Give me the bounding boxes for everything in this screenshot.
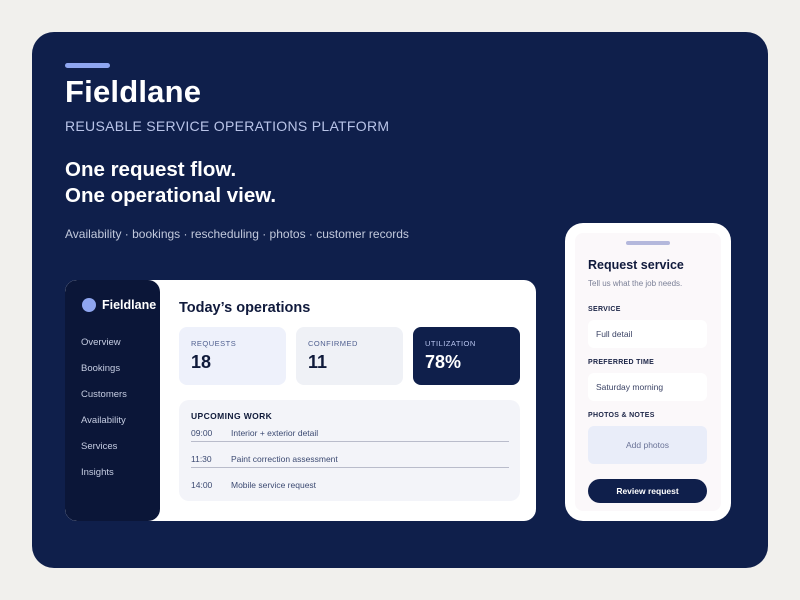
brand-title: Fieldlane [65, 74, 202, 109]
upcoming-work-panel: UPCOMING WORK 09:00 Interior + exterior … [179, 400, 520, 501]
stat-value: 18 [191, 352, 212, 372]
review-request-button[interactable]: Review request [588, 479, 707, 503]
sidebar-item-bookings[interactable]: Bookings [81, 362, 127, 388]
preferred-time-label: PREFERRED TIME [588, 359, 655, 366]
feature-list: Availability · bookings · rescheduling ·… [65, 227, 409, 241]
sidebar-item-overview[interactable]: Overview [81, 336, 127, 362]
stat-label: UTILIZATION [425, 339, 476, 348]
work-row[interactable]: 14:00 Mobile service request [191, 480, 509, 495]
headline-line-1: One request flow. [65, 158, 237, 181]
headline-line-2: One operational view. [65, 184, 277, 207]
sidebar-item-availability[interactable]: Availability [81, 414, 127, 440]
add-photos-dropzone[interactable]: Add photos [588, 426, 707, 464]
sidebar-brand[interactable]: Fieldlane [82, 298, 156, 312]
stat-card-confirmed[interactable]: CONFIRMED 11 [296, 327, 403, 385]
work-time: 14:00 [191, 480, 213, 490]
phone-mockup: Request service Tell us what the job nee… [565, 223, 731, 521]
stat-label: CONFIRMED [308, 339, 358, 348]
headline: One request flow. One operational view. [65, 157, 276, 209]
request-title: Request service [588, 258, 684, 272]
stat-card-requests[interactable]: REQUESTS 18 [179, 327, 286, 385]
row-divider [191, 467, 509, 468]
dashboard-sidebar: Fieldlane Overview Bookings Customers Av… [65, 280, 160, 521]
stat-value: 11 [308, 352, 328, 372]
dashboard-title: Today’s operations [179, 300, 311, 316]
phone-screen: Request service Tell us what the job nee… [575, 233, 721, 511]
stat-label: REQUESTS [191, 339, 237, 348]
sidebar-item-services[interactable]: Services [81, 440, 127, 466]
service-select[interactable]: Full detail [588, 320, 707, 348]
brand-subtitle: REUSABLE SERVICE OPERATIONS PLATFORM [65, 118, 390, 134]
work-time: 11:30 [191, 454, 212, 464]
stat-value: 78% [425, 352, 462, 372]
stat-card-utilization[interactable]: UTILIZATION 78% [413, 327, 520, 385]
row-divider [191, 441, 509, 442]
hero-panel: Fieldlane REUSABLE SERVICE OPERATIONS PL… [32, 32, 768, 568]
sidebar-nav: Overview Bookings Customers Availability… [81, 336, 127, 492]
work-time: 09:00 [191, 428, 213, 438]
request-subtitle: Tell us what the job needs. [588, 279, 683, 288]
preferred-time-input[interactable]: Saturday morning [588, 373, 707, 401]
work-task: Interior + exterior detail [231, 428, 319, 438]
photos-notes-label: PHOTOS & NOTES [588, 412, 655, 419]
work-task: Mobile service request [231, 480, 317, 490]
sidebar-item-insights[interactable]: Insights [81, 466, 127, 492]
sidebar-item-customers[interactable]: Customers [81, 388, 127, 414]
accent-bar [65, 63, 110, 68]
work-task: Paint correction assessment [231, 454, 338, 464]
service-label: SERVICE [588, 306, 621, 313]
upcoming-work-title: UPCOMING WORK [191, 411, 273, 421]
circle-logo-icon [82, 298, 96, 312]
phone-notch [626, 241, 670, 245]
operations-dashboard: Fieldlane Overview Bookings Customers Av… [65, 280, 536, 521]
sidebar-brand-name: Fieldlane [102, 298, 157, 312]
